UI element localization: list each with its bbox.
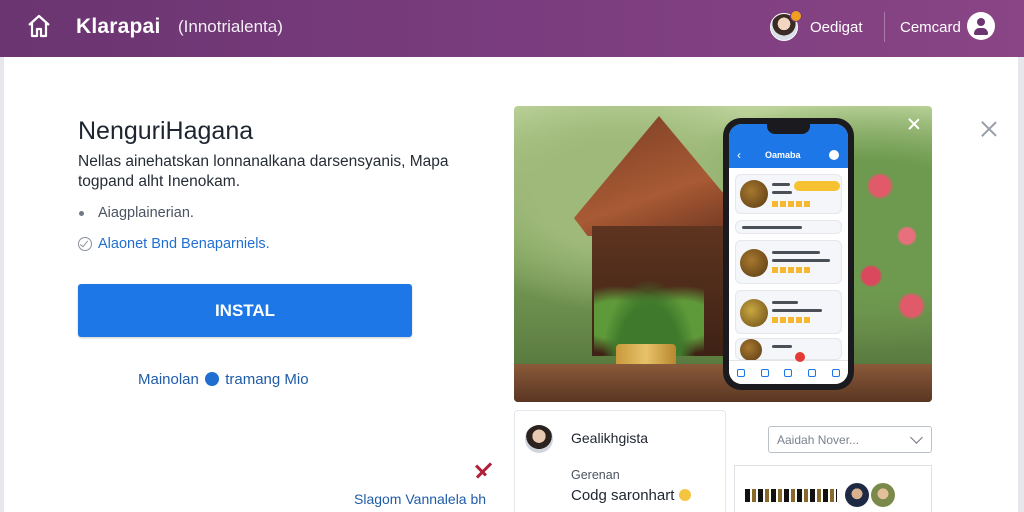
search-placeholder[interactable]: Aaidah Nover...	[777, 433, 859, 447]
home-icon[interactable]	[25, 12, 53, 40]
learn-more-prefix[interactable]: Mainolan	[138, 371, 199, 388]
profile-icon	[832, 368, 841, 377]
feature-label: Aiagplainerian.	[98, 205, 194, 221]
phone-notch	[767, 124, 810, 134]
feed-card	[735, 174, 842, 214]
search-input[interactable]: Aaidah Nover...	[768, 426, 932, 453]
food-thumbnail	[740, 299, 768, 327]
chat-icon	[808, 368, 817, 377]
highlight-pill	[794, 181, 840, 191]
notification-badge	[790, 10, 802, 22]
food-thumbnail	[740, 249, 768, 277]
feature-label[interactable]: Alaonet Bnd Benaparniels.	[98, 236, 270, 252]
house-roof-graphic	[574, 116, 744, 236]
nav-badge	[795, 352, 805, 362]
feed-card	[735, 240, 842, 284]
app-title: Klarapai	[76, 15, 161, 38]
text-line	[772, 183, 790, 186]
reaction-icons	[772, 201, 812, 207]
page-title: NenguriHagana	[78, 117, 254, 145]
text-line	[772, 345, 792, 348]
description-text: Nellas ainehatskan lonnanalkana darsensy…	[78, 153, 449, 190]
phone-screen: ‹ Oamaba	[729, 124, 848, 384]
post-author[interactable]: Gealikhgista	[571, 430, 648, 446]
right-scrollbar[interactable]	[1018, 57, 1024, 512]
feed-card	[735, 290, 842, 334]
user-name[interactable]: Oedigat	[810, 19, 863, 36]
phone-app-title: Oamaba	[765, 150, 801, 160]
search-icon	[760, 368, 769, 377]
post-text: Codg saronhart	[571, 487, 691, 504]
media-panel	[734, 465, 932, 512]
back-arrow-icon: ‹	[737, 148, 741, 162]
reaction-icons	[772, 267, 812, 273]
text-line	[742, 226, 802, 229]
left-border	[0, 57, 4, 512]
feed-card	[735, 220, 842, 234]
check-circle-icon	[78, 237, 92, 251]
top-navigation-bar: Klarapai (Innotrialenta) Oedigat Cemcard	[0, 0, 1024, 57]
feed-card	[735, 338, 842, 361]
text-line	[772, 251, 820, 254]
info-icon	[205, 372, 220, 386]
text-line	[772, 309, 822, 312]
user-circle-icon[interactable]	[967, 12, 995, 40]
avatar[interactable]	[871, 483, 895, 507]
text-line	[772, 301, 798, 304]
phone-mockup: ‹ Oamaba	[723, 118, 854, 390]
footer-link[interactable]: Slagom Vannalela bh	[354, 491, 486, 507]
close-icon[interactable]	[980, 120, 998, 138]
home-icon	[736, 368, 745, 377]
avatar[interactable]	[525, 425, 553, 453]
post-body: Codg saronhart	[571, 487, 675, 504]
phone-bottom-nav	[729, 360, 848, 384]
barcode-strip	[745, 489, 837, 502]
learn-more-suffix[interactable]: tramang Mio	[225, 371, 308, 388]
flowers-graphic	[844, 146, 932, 346]
food-thumbnail	[740, 180, 768, 208]
post-card[interactable]: Gealikhgista Gerenan Codg saronhart	[514, 410, 726, 512]
learn-more-link[interactable]: Mainolan tramang Mio	[138, 371, 309, 388]
account-link[interactable]: Cemcard	[900, 19, 961, 36]
text-line	[772, 259, 830, 262]
food-thumbnail	[740, 339, 762, 361]
phone-action-icon	[829, 150, 839, 160]
install-button[interactable]: INSTAL	[78, 284, 412, 337]
text-line	[772, 191, 792, 194]
chevron-down-icon[interactable]	[910, 431, 923, 444]
plant-graphic	[594, 266, 704, 356]
app-subtitle: (Innotrialenta)	[178, 17, 283, 36]
avatar[interactable]	[845, 483, 869, 507]
post-meta: Gerenan	[571, 468, 620, 482]
tools-icon[interactable]	[470, 459, 496, 481]
image-close-icon[interactable]	[908, 118, 920, 130]
header-divider	[884, 12, 885, 42]
tab-icon	[784, 368, 793, 377]
reaction-icons	[772, 317, 812, 323]
bullet-icon	[79, 211, 84, 216]
smile-emoji-icon	[678, 489, 691, 501]
app-window: Klarapai (Innotrialenta) Oedigat Cemcard…	[0, 0, 1024, 512]
